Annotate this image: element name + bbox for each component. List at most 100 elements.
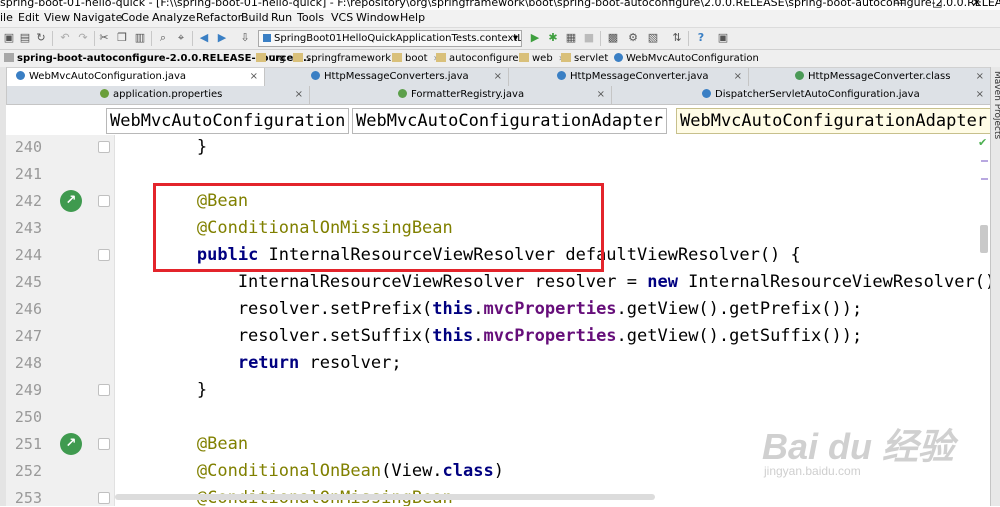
code-line-248: return resolver; — [237, 353, 402, 373]
menu-edit[interactable]: Edit — [18, 11, 39, 24]
menu-refactor[interactable]: Refactor — [196, 11, 242, 24]
menu-vcs[interactable]: VCS — [331, 11, 353, 24]
find-icon[interactable]: ⌕ — [156, 31, 170, 45]
code-line-251: @Bean — [196, 434, 249, 454]
build-icon[interactable]: ⇩ — [238, 31, 252, 45]
nav-crumb-boot[interactable]: boot› — [392, 52, 438, 65]
line-number: 249 — [14, 381, 42, 399]
line-number: 252 — [14, 462, 42, 480]
maven-projects-tab[interactable]: Maven Projects — [992, 71, 1000, 139]
code-line-247: resolver.setSuffix(this.mvcProperties.ge… — [115, 326, 863, 346]
editor-gutter: 240 241 242 243 244 245 246 247 248 249 … — [6, 135, 114, 507]
menu-navigate[interactable]: Navigate — [73, 11, 122, 24]
bean-gutter-icon[interactable]: ↗ — [60, 190, 82, 212]
error-stripe-mark[interactable] — [981, 178, 988, 180]
undo-icon[interactable]: ↶ — [58, 31, 72, 45]
breadcrumb-current[interactable]: WebMvcAutoConfigurationAdapter — [676, 108, 990, 134]
close-icon[interactable]: × — [250, 68, 258, 86]
breadcrumb-class[interactable]: WebMvcAutoConfiguration — [106, 108, 350, 134]
nav-forward-icon[interactable]: ▶ — [215, 31, 229, 45]
bean-gutter-icon[interactable]: ↗ — [60, 433, 82, 455]
tab-application-properties[interactable]: application.properties × — [6, 86, 310, 104]
maximize-button[interactable]: □ — [932, 0, 942, 9]
menu-tools[interactable]: Tools — [297, 11, 324, 24]
help-icon[interactable]: ? — [694, 31, 708, 45]
nav-crumb-class[interactable]: WebMvcAutoConfiguration — [614, 52, 759, 65]
replace-icon[interactable]: ⌖ — [174, 31, 188, 45]
tab-httpmessageconverter-class[interactable]: HttpMessageConverter.class × — [749, 68, 991, 86]
stop-icon[interactable]: ■ — [582, 31, 596, 45]
close-icon[interactable]: × — [734, 68, 742, 86]
menu-run[interactable]: Run — [271, 11, 292, 24]
nav-crumb-autoconfigure[interactable]: autoconfigure› — [436, 52, 529, 65]
sdk-icon[interactable]: ▣ — [716, 31, 730, 45]
fold-marker[interactable] — [98, 438, 110, 450]
nav-crumb-servlet[interactable]: servlet› — [561, 52, 618, 65]
package-icon — [256, 53, 266, 62]
tab-httpmessageconverter[interactable]: HttpMessageConverter.java × — [509, 68, 749, 86]
toolbar-separator — [94, 31, 95, 46]
close-icon[interactable]: × — [597, 86, 605, 104]
menu-bar: ile Edit View Navigate Code Analyze Refa… — [0, 10, 1000, 28]
fold-marker[interactable] — [98, 492, 110, 504]
line-number: 241 — [14, 165, 42, 183]
toolbar-separator — [688, 31, 689, 46]
close-icon[interactable]: × — [295, 86, 303, 104]
menu-view[interactable]: View — [44, 11, 70, 24]
tab-dispatcherservletautoconfiguration[interactable]: DispatcherServletAutoConfiguration.java × — [612, 86, 991, 104]
close-icon[interactable]: × — [976, 68, 984, 86]
fold-marker[interactable] — [98, 195, 110, 207]
run-configuration-select[interactable]: SpringBoot01HelloQuickApplicationTests.c… — [258, 30, 522, 47]
debug-icon[interactable]: ✱ — [546, 31, 560, 45]
close-icon[interactable]: × — [976, 86, 984, 104]
vcs-icon[interactable]: ⇅ — [670, 31, 684, 45]
line-number: 248 — [14, 354, 42, 372]
save-all-icon[interactable]: ▤ — [18, 31, 32, 45]
close-icon[interactable]: × — [494, 68, 502, 86]
module-settings-icon[interactable]: ▧ — [646, 31, 660, 45]
code-line-249: } — [115, 380, 208, 400]
redo-icon[interactable]: ↷ — [76, 31, 90, 45]
tab-httpmessageconverters[interactable]: HttpMessageConverters.java × — [265, 68, 509, 86]
settings-icon[interactable]: ⚙ — [626, 31, 640, 45]
menu-file[interactable]: ile — [0, 11, 13, 24]
paste-icon[interactable]: ▥ — [133, 31, 147, 45]
menu-build[interactable]: Build — [241, 11, 269, 24]
baidu-jingyan-watermark: Bai du 经验 jingyan.baidu.com — [762, 418, 962, 478]
menu-code[interactable]: Code — [121, 11, 149, 24]
package-icon — [519, 53, 529, 62]
run-icon[interactable]: ▶ — [528, 31, 542, 45]
menu-analyze[interactable]: Analyze — [152, 11, 195, 24]
fold-marker[interactable] — [98, 249, 110, 261]
minimize-button[interactable]: — — [894, 0, 905, 9]
fold-marker[interactable] — [98, 141, 110, 153]
nav-crumb-org[interactable]: org› — [256, 52, 295, 65]
fold-marker[interactable] — [98, 384, 110, 396]
breadcrumb-inner-class[interactable]: WebMvcAutoConfigurationAdapter — [352, 108, 668, 134]
tab-webmvcautoconfiguration[interactable]: WebMvcAutoConfiguration.java × — [6, 68, 265, 86]
nav-crumb-web[interactable]: web› — [519, 52, 563, 65]
tab-formatterregistry[interactable]: FormatterRegistry.java × — [310, 86, 612, 104]
menu-help[interactable]: Help — [400, 11, 425, 24]
nav-back-icon[interactable]: ◀ — [197, 31, 211, 45]
menu-window[interactable]: Window — [356, 11, 399, 24]
java-interface-icon — [557, 71, 566, 80]
close-button[interactable]: ✕ — [972, 0, 981, 9]
test-config-icon — [263, 34, 271, 42]
sync-icon[interactable]: ↻ — [34, 31, 48, 45]
copy-icon[interactable]: ❐ — [115, 31, 129, 45]
save-icon[interactable]: ▣ — [2, 31, 16, 45]
project-structure-icon[interactable]: ▩ — [606, 31, 620, 45]
horizontal-scrollbar[interactable] — [115, 494, 655, 500]
line-number: 243 — [14, 219, 42, 237]
jar-icon — [4, 53, 14, 62]
nav-crumb-springframework[interactable]: springframework› — [293, 52, 401, 65]
window-title: spring-boot-01-hello-quick - [F:\\spring… — [0, 0, 1000, 9]
java-class-icon — [702, 89, 711, 98]
coverage-icon[interactable]: ▦ — [564, 31, 578, 45]
highlight-box — [153, 183, 604, 272]
error-stripe-mark[interactable] — [981, 160, 988, 162]
vertical-scrollbar-thumb[interactable] — [980, 225, 988, 253]
chevron-down-icon: ▾ — [512, 33, 518, 44]
cut-icon[interactable]: ✂ — [97, 31, 111, 45]
